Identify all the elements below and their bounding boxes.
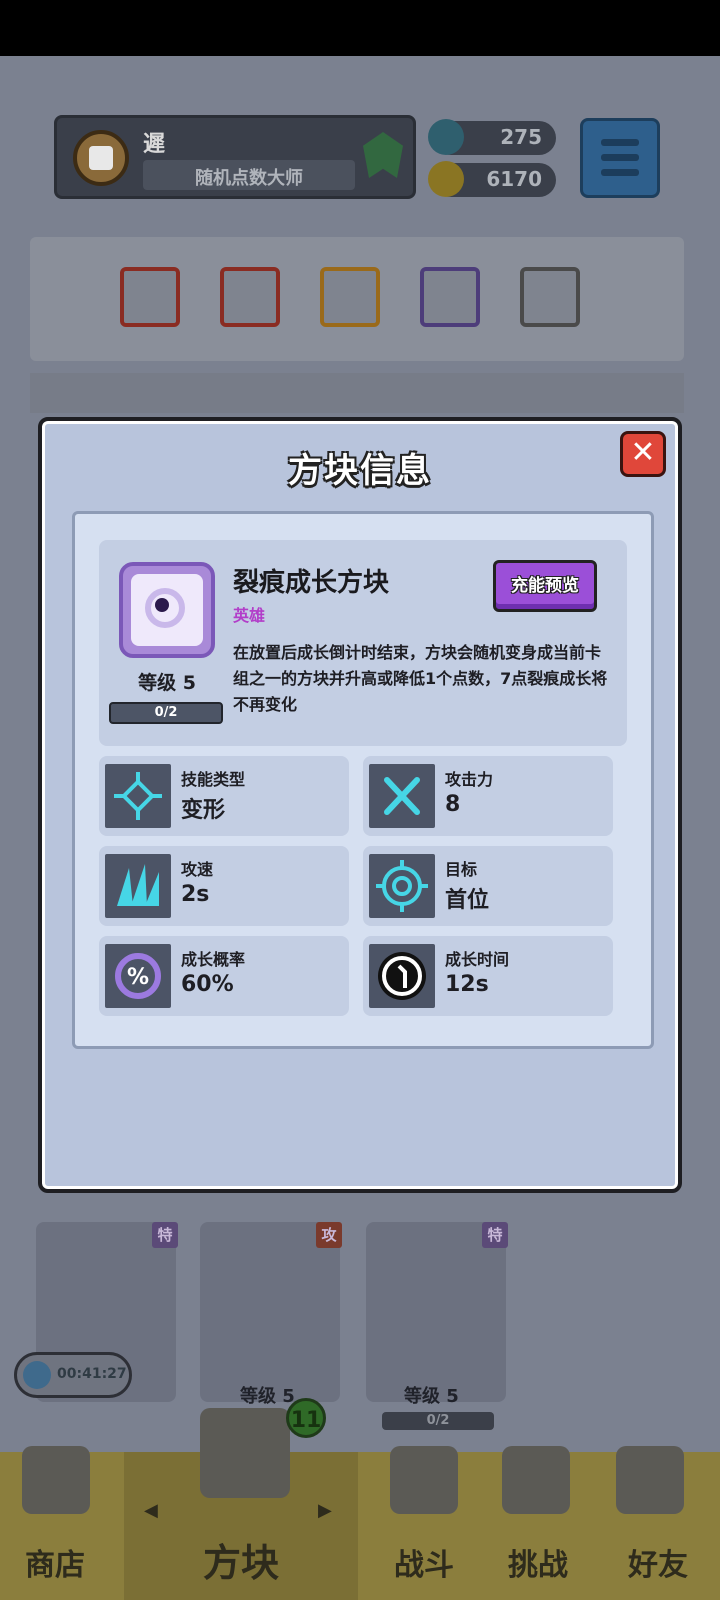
stat-value: 60% (181, 972, 234, 997)
card-tag: 特 (152, 1222, 178, 1248)
avatar[interactable] (73, 130, 129, 186)
box-count-badge: 11 (286, 1398, 326, 1438)
stopwatch-icon (23, 1361, 51, 1389)
info-panel: 等级 5 0/2 裂痕成长方块 英雄 充能预览 在放置后成长倒计时结束，方块会随… (72, 511, 654, 1049)
stat-label: 技能类型 (181, 770, 246, 789)
nav-blocks[interactable]: 方块 (124, 1532, 358, 1587)
stat-growth-time: 成长时间 12s (363, 936, 613, 1016)
stat-skill-type: 技能类型 变形 (99, 756, 349, 836)
shop-icon[interactable] (22, 1446, 90, 1514)
bg-block-card[interactable]: 攻 等级 5 (200, 1222, 342, 1407)
stat-value: 2s (181, 882, 210, 907)
player-profile-card[interactable]: 遲 随机点数大师 (54, 115, 416, 199)
stat-value: 8 (445, 792, 461, 817)
timer-bubble[interactable]: 00:41:27 (14, 1352, 132, 1398)
gems-value: 275 (500, 125, 542, 149)
player-title: 随机点数大师 (195, 168, 303, 189)
friends-icon[interactable] (616, 1446, 684, 1514)
deck-tile[interactable] (420, 267, 480, 327)
stat-label: 目标 (445, 860, 478, 879)
crack-block-icon (119, 562, 215, 658)
nav-battle[interactable]: 战斗 (364, 1540, 484, 1584)
growth-time-icon (369, 944, 435, 1008)
nav-challenge[interactable]: 挑战 (478, 1540, 598, 1584)
card-tag: 特 (482, 1222, 508, 1248)
block-box-icon[interactable] (200, 1408, 290, 1498)
coin-icon (428, 161, 464, 197)
nav-prev-arrow-icon[interactable]: ◀ (144, 1500, 158, 1521)
status-bar (0, 0, 720, 56)
block-level: 等级 5 (138, 672, 196, 694)
player-name: 遲 (143, 132, 166, 157)
stat-value: 变形 (181, 798, 226, 823)
menu-bar-icon (601, 169, 639, 176)
deck-banner (30, 237, 684, 361)
transform-icon (105, 764, 171, 828)
block-name: 裂痕成长方块 (233, 568, 390, 598)
stat-label: 攻速 (181, 860, 214, 879)
stat-attack: 攻击力 8 (363, 756, 613, 836)
stat-attack-speed: 攻速 2s (99, 846, 349, 926)
bg-level: 等级 5 (404, 1386, 459, 1407)
player-title-box: 随机点数大师 (143, 160, 355, 190)
stat-value: 首位 (445, 888, 490, 913)
rank-badge-icon[interactable] (363, 132, 403, 178)
deck-tile[interactable] (120, 267, 180, 327)
level-progress-bar: 0/2 (109, 702, 223, 724)
battle-icon[interactable] (390, 1446, 458, 1514)
bg-block-card[interactable]: 特 等级 5 (366, 1222, 508, 1407)
deck-tile[interactable] (320, 267, 380, 327)
stat-target: 目标 首位 (363, 846, 613, 926)
stat-label: 攻击力 (445, 770, 494, 789)
nav-shop[interactable]: 商店 (0, 1540, 110, 1584)
stat-growth-chance: % 成长概率 60% (99, 936, 349, 1016)
stat-label: 成长时间 (445, 950, 510, 969)
crossed-swords-icon (369, 764, 435, 828)
coins-counter[interactable]: 6170 (428, 161, 556, 197)
gems-counter[interactable]: 275 (428, 119, 556, 155)
stat-label: 成长概率 (181, 950, 246, 969)
coins-value: 6170 (486, 167, 542, 191)
nav-friends[interactable]: 好友 (598, 1540, 718, 1584)
close-button[interactable]: ✕ (620, 431, 666, 477)
card-strip (30, 373, 684, 413)
deck-tile[interactable] (220, 267, 280, 327)
stat-value: 12s (445, 972, 489, 997)
block-info-dialog: 方块信息 ✕ 等级 5 0/2 裂痕成长方块 英雄 充能预览 在放置后成长倒计时… (38, 417, 682, 1193)
deck-tile[interactable] (520, 267, 580, 327)
bg-progress-bar: 0/2 (382, 1412, 494, 1430)
challenge-icon[interactable] (502, 1446, 570, 1514)
menu-bar-icon (601, 139, 639, 146)
menu-button[interactable] (580, 118, 660, 198)
timer-text: 00:41:27 (57, 1366, 127, 1382)
rarity-label: 英雄 (233, 606, 266, 625)
svg-text:%: % (127, 965, 149, 990)
attack-speed-icon (105, 854, 171, 918)
charge-preview-button[interactable]: 充能预览 (493, 560, 597, 612)
menu-bar-icon (601, 154, 639, 161)
target-icon (369, 854, 435, 918)
dialog-title: 方块信息 (288, 451, 432, 491)
block-header-card: 等级 5 0/2 裂痕成长方块 英雄 充能预览 在放置后成长倒计时结束，方块会随… (99, 540, 627, 746)
block-description: 在放置后成长倒计时结束，方块会随机变身成当前卡组之一的方块并升高或降低1个点数，… (233, 643, 608, 714)
bg-level: 等级 5 (240, 1386, 295, 1407)
card-tag: 攻 (316, 1222, 342, 1248)
gem-icon (428, 119, 464, 155)
growth-chance-icon: % (105, 944, 171, 1008)
nav-next-arrow-icon[interactable]: ▶ (318, 1500, 332, 1521)
